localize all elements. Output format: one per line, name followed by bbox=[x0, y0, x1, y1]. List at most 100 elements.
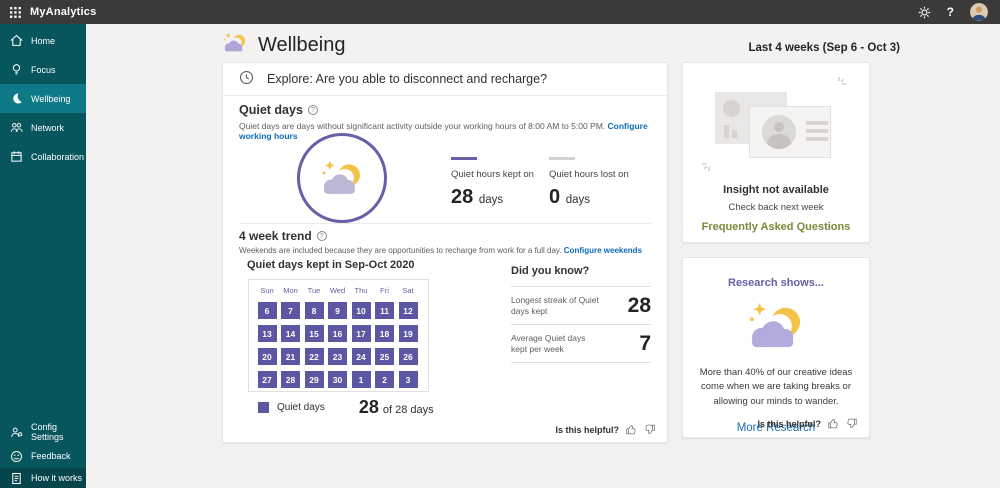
info-icon[interactable]: ? bbox=[316, 231, 327, 241]
trend-title-row: 4 week trend ? bbox=[239, 229, 651, 243]
quiet-days-section-header: Quiet days ? Quiet days are days without… bbox=[239, 103, 651, 141]
faq-link[interactable]: Frequently Asked Questions bbox=[683, 221, 869, 233]
myanalytics-app: MyAnalytics ? Home Focus Wellbeing Netwo… bbox=[0, 0, 1000, 488]
stat-quiet-hours-kept: Quiet hours kept on 28 days bbox=[451, 157, 551, 209]
calendar-day-cell: 20 bbox=[257, 348, 277, 365]
calendar-day-cell: 15 bbox=[304, 325, 324, 342]
sidebar-item-collaboration[interactable]: Collaboration bbox=[0, 142, 86, 171]
sidebar-item-label: How it works bbox=[31, 473, 83, 483]
is-this-helpful-label: Is this helpful? bbox=[757, 418, 821, 429]
sidebar-item-home[interactable]: Home bbox=[0, 26, 86, 55]
sidebar-item-label: Wellbeing bbox=[31, 93, 71, 104]
research-card: Research shows... More than 40% of our c… bbox=[682, 257, 870, 438]
info-icon[interactable]: ? bbox=[307, 105, 318, 115]
calendar-weekday: Sat bbox=[402, 286, 414, 295]
is-this-helpful-label: Is this helpful? bbox=[555, 424, 619, 435]
explore-banner[interactable]: Explore: Are you able to disconnect and … bbox=[223, 63, 667, 96]
person-gear-icon bbox=[9, 425, 23, 439]
thumbs-up-icon[interactable] bbox=[828, 418, 839, 429]
insight-title: Insight not available bbox=[723, 184, 829, 196]
calendar-day-cell: 8 bbox=[304, 302, 324, 319]
thumbs-up-icon[interactable] bbox=[626, 424, 637, 435]
fact-value: 28 bbox=[627, 294, 651, 317]
calendar-day-cell: 13 bbox=[257, 325, 277, 342]
calendar-day-cell: 18 bbox=[375, 325, 394, 342]
thumbs-down-icon[interactable] bbox=[846, 418, 857, 429]
calendar-title: Quiet days kept in Sep-Oct 2020 bbox=[247, 259, 415, 271]
user-avatar[interactable] bbox=[970, 3, 988, 21]
calendar-day-cell: 24 bbox=[351, 348, 371, 365]
settings-gear-icon[interactable] bbox=[918, 6, 931, 19]
trend-section-header: 4 week trend ? Weekends are included bec… bbox=[239, 229, 651, 255]
explore-text: Explore: Are you able to disconnect and … bbox=[267, 72, 548, 86]
trend-description: Weekends are included because they are o… bbox=[239, 246, 643, 255]
legend-total: 28 of 28 days bbox=[359, 397, 434, 418]
people-icon bbox=[9, 121, 23, 135]
calendar-day-cell: 7 bbox=[281, 302, 300, 319]
moon-icon bbox=[9, 92, 23, 106]
research-body: More than 40% of our creative ideas come… bbox=[699, 367, 853, 407]
insight-card: Insight not available Check back next we… bbox=[682, 62, 870, 243]
app-launcher-waffle-icon[interactable] bbox=[0, 0, 30, 24]
stat-value: 0 bbox=[549, 186, 561, 208]
quiet-days-description: Quiet days are days without significant … bbox=[239, 121, 648, 141]
sparkle-icon bbox=[838, 77, 846, 85]
calendar-day-cell: 9 bbox=[328, 302, 347, 319]
quiet-days-ring bbox=[297, 133, 387, 223]
stat-quiet-hours-lost: Quiet hours lost on 0 days bbox=[549, 157, 649, 209]
calendar-day-cell: 30 bbox=[328, 371, 347, 388]
calendar-weekday: Sun bbox=[260, 286, 274, 295]
calendar-day-cell: 23 bbox=[328, 348, 347, 365]
calendar-box: Sun Mon Tue Wed Thu Fri Sat 6 7 8 9 10 11 12 13 14 15 16 1… bbox=[248, 279, 429, 392]
calendar-day-cell: 26 bbox=[398, 348, 418, 365]
sidebar-item-focus[interactable]: Focus bbox=[0, 55, 86, 84]
moon-cloud-icon bbox=[683, 301, 869, 356]
placeholder-profile-card bbox=[749, 106, 831, 158]
calendar-icon bbox=[9, 150, 23, 164]
thumbs-down-icon[interactable] bbox=[644, 424, 655, 435]
sidebar-nav: Home Focus Wellbeing Network Collaborati… bbox=[0, 24, 86, 171]
sidebar-item-label: Network bbox=[31, 122, 65, 133]
calendar-weekday: Tue bbox=[307, 286, 321, 295]
quiet-days-title-row: Quiet days ? bbox=[239, 103, 651, 117]
date-range: Last 4 weeks (Sep 6 - Oct 3) bbox=[748, 42, 900, 54]
moon-cloud-icon bbox=[322, 160, 360, 194]
calendar-weekday: Mon bbox=[283, 286, 298, 295]
calendar-day-cell: 28 bbox=[281, 371, 300, 388]
insight-placeholder-illustration bbox=[701, 76, 851, 172]
page-title: Wellbeing bbox=[258, 33, 346, 56]
fact-value: 7 bbox=[639, 332, 651, 355]
sparkle-icon bbox=[702, 163, 710, 171]
quiet-days-swatch bbox=[258, 402, 269, 413]
legend-suffix: of 28 days bbox=[382, 404, 434, 416]
topbar: MyAnalytics ? bbox=[0, 0, 1000, 24]
sidebar-item-config-settings[interactable]: Config Settings bbox=[0, 420, 86, 444]
calendar-day-cell: 6 bbox=[257, 302, 277, 319]
help-icon[interactable]: ? bbox=[947, 5, 954, 19]
calendar-weekday: Fri bbox=[380, 286, 389, 295]
fact-average-per-week: Average Quiet days kept per week 7 bbox=[511, 325, 651, 363]
sidebar-item-label: Collaboration bbox=[31, 151, 85, 162]
sidebar-item-feedback[interactable]: Feedback bbox=[0, 444, 86, 468]
sidebar-item-network[interactable]: Network bbox=[0, 113, 86, 142]
legend-value: 28 bbox=[358, 397, 379, 417]
legend-label: Quiet days bbox=[277, 402, 325, 413]
feedback-row: Is this helpful? bbox=[757, 418, 857, 429]
sidebar-item-label: Config Settings bbox=[31, 422, 64, 442]
did-you-know-panel: Did you know? Longest streak of Quiet da… bbox=[511, 265, 651, 363]
calendar-day-cell: 17 bbox=[351, 325, 371, 342]
configure-weekends-link[interactable]: Configure weekends bbox=[564, 246, 642, 255]
calendar-day-cell: 3 bbox=[398, 371, 418, 388]
stat-bar bbox=[451, 157, 477, 160]
fact-label: Average Quiet days kept per week bbox=[511, 332, 586, 354]
lightbulb-icon bbox=[9, 63, 23, 77]
fact-longest-streak: Longest streak of Quiet days kept 28 bbox=[511, 287, 651, 325]
sidebar-item-wellbeing[interactable]: Wellbeing bbox=[0, 84, 86, 113]
quiet-days-title: Quiet days bbox=[239, 103, 303, 117]
sidebar-item-how-it-works[interactable]: How it works bbox=[0, 468, 86, 488]
app-title: MyAnalytics bbox=[30, 6, 97, 18]
calendar-legend: Quiet days 28 of 28 days bbox=[258, 397, 434, 418]
stat-value: 28 bbox=[451, 186, 474, 208]
topbar-actions: ? bbox=[918, 3, 1000, 21]
stat-label: Quiet hours lost on bbox=[549, 169, 629, 180]
